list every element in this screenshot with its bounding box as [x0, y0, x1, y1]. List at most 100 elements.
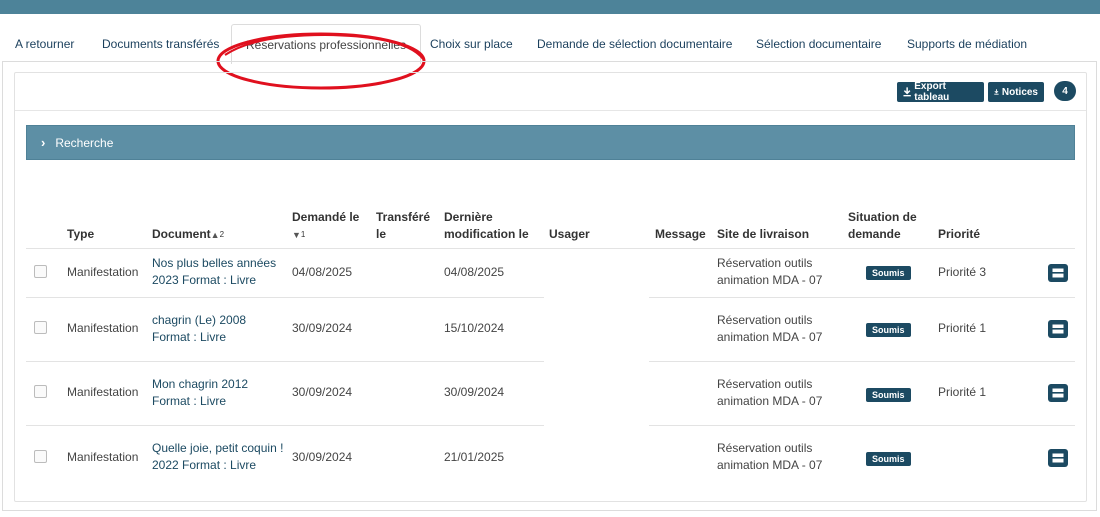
result-count-badge: 4: [1054, 81, 1076, 101]
row-details-button[interactable]: [1048, 384, 1068, 402]
row-checkbox[interactable]: [34, 265, 47, 278]
row-divider: [26, 361, 544, 362]
sort-order-label: 2: [219, 230, 225, 239]
row-demande-le: 30/09/2024: [292, 321, 353, 335]
row-demande-le: 04/08/2025: [292, 265, 353, 279]
row-site-line1: Réservation outils: [717, 441, 813, 455]
status-badge: Soumis: [866, 452, 911, 466]
toolbar-divider: [15, 110, 1086, 111]
table-container: Export tableau Notices 4 › Recherche Typ…: [14, 72, 1087, 502]
status-badge: Soumis: [866, 323, 911, 337]
row-document-title: Quelle joie, petit coquin !: [152, 441, 284, 455]
column-header-transfere-le[interactable]: Transféré le: [376, 209, 430, 243]
header-divider: [26, 248, 1075, 249]
row-document-link[interactable]: Nos plus belles années 2023 Format : Livr…: [152, 255, 276, 289]
column-header-site-de-livraison[interactable]: Site de livraison: [717, 226, 809, 243]
column-header-transfere-line1: Transféré: [376, 210, 431, 224]
sort-up-icon: ▲: [210, 230, 220, 240]
row-document-title: Mon chagrin 2012: [152, 377, 249, 391]
row-site-de-livraison: Réservation outils animation MDA - 07: [717, 440, 822, 474]
column-header-priorite[interactable]: Priorité: [938, 226, 980, 243]
download-icon: [903, 87, 911, 97]
column-header-demande-le[interactable]: Demandé le ▼1: [292, 209, 359, 244]
column-header-derniere-modification[interactable]: Dernière modification le: [444, 209, 529, 243]
tab-content-panel: Export tableau Notices 4 › Recherche Typ…: [2, 61, 1097, 511]
column-header-derniere-line2: modification le: [444, 227, 529, 241]
tab-bar: A retourner Documents transférés Réserva…: [0, 14, 1100, 90]
row-document-format: Format : Livre: [152, 394, 227, 408]
row-document-link[interactable]: Mon chagrin 2012 Format : Livre: [152, 376, 248, 410]
column-header-derniere-line1: Dernière: [444, 210, 493, 224]
row-divider: [649, 425, 1075, 426]
export-tableau-button[interactable]: Export tableau: [897, 81, 984, 103]
row-divider: [649, 361, 1075, 362]
export-tableau-label: Export tableau: [914, 81, 950, 103]
row-divider: [26, 297, 544, 298]
tab-a-retourner[interactable]: A retourner: [15, 37, 74, 51]
row-type: Manifestation: [67, 265, 139, 279]
column-header-message[interactable]: Message: [655, 226, 706, 243]
status-badge: Soumis: [866, 266, 911, 280]
row-document-format: Format : Livre: [152, 330, 227, 344]
row-site-line2: animation MDA - 07: [717, 394, 823, 408]
details-icon: [1052, 388, 1064, 398]
row-details-button[interactable]: [1048, 264, 1068, 282]
column-header-situation-line2: demande: [848, 227, 901, 241]
sort-down-icon: ▼: [292, 230, 301, 240]
row-priorite: Priorité 1: [938, 385, 987, 399]
row-document-title: Nos plus belles années: [152, 256, 277, 270]
row-type: Manifestation: [67, 321, 139, 335]
details-icon: [1052, 324, 1064, 334]
row-site-line2: animation MDA - 07: [717, 458, 823, 472]
row-derniere-modification: 04/08/2025: [444, 265, 505, 279]
row-type: Manifestation: [67, 450, 139, 464]
row-site-line1: Réservation outils: [717, 256, 813, 270]
row-site-de-livraison: Réservation outils animation MDA - 07: [717, 376, 822, 410]
row-details-button[interactable]: [1048, 320, 1068, 338]
row-checkbox[interactable]: [34, 321, 47, 334]
tab-supports-de-mediation[interactable]: Supports de médiation: [907, 37, 1027, 51]
status-badge: Soumis: [866, 388, 911, 402]
row-type: Manifestation: [67, 385, 139, 399]
row-document-link[interactable]: Quelle joie, petit coquin ! 2022 Format :…: [152, 440, 283, 474]
download-icon: [994, 89, 999, 95]
tab-selection-documentaire[interactable]: Sélection documentaire: [756, 37, 881, 51]
row-document-format: 2022 Format : Livre: [152, 458, 257, 472]
details-icon: [1052, 453, 1064, 463]
tab-demande-selection-documentaire[interactable]: Demande de sélection documentaire: [537, 37, 732, 51]
search-label: Recherche: [55, 135, 114, 150]
column-header-document[interactable]: Document▲2: [152, 226, 224, 244]
row-site-line2: animation MDA - 07: [717, 330, 823, 344]
row-priorite: Priorité 1: [938, 321, 987, 335]
row-document-format: 2023 Format : Livre: [152, 273, 257, 287]
details-icon: [1052, 268, 1064, 278]
column-header-type[interactable]: Type: [67, 226, 94, 243]
search-toggle-bar[interactable]: › Recherche: [26, 125, 1075, 160]
row-checkbox[interactable]: [34, 385, 47, 398]
row-demande-le: 30/09/2024: [292, 385, 353, 399]
row-site-line1: Réservation outils: [717, 313, 813, 327]
row-site-line1: Réservation outils: [717, 377, 813, 391]
row-derniere-modification: 15/10/2024: [444, 321, 505, 335]
notices-button[interactable]: Notices: [988, 82, 1044, 102]
column-header-transfere-line2: le: [376, 227, 387, 241]
chevron-right-icon: ›: [41, 135, 46, 150]
column-header-demande-label: Demandé le: [292, 210, 360, 224]
tab-documents-transferes[interactable]: Documents transférés: [102, 37, 219, 51]
row-divider: [649, 297, 1075, 298]
row-document-title: chagrin (Le) 2008: [152, 313, 247, 327]
column-header-document-label: Document: [152, 227, 211, 241]
row-document-link[interactable]: chagrin (Le) 2008 Format : Livre: [152, 312, 246, 346]
row-derniere-modification: 30/09/2024: [444, 385, 505, 399]
row-priorite: Priorité 3: [938, 265, 987, 279]
column-header-usager[interactable]: Usager: [549, 226, 590, 243]
row-checkbox[interactable]: [34, 450, 47, 463]
sort-order-label: 1: [300, 230, 306, 239]
row-demande-le: 30/09/2024: [292, 450, 353, 464]
tab-choix-sur-place[interactable]: Choix sur place: [430, 37, 513, 51]
column-header-situation-line1: Situation de: [848, 210, 917, 224]
tab-reservations-professionnelles[interactable]: Réservations professionnelles: [231, 24, 422, 64]
row-details-button[interactable]: [1048, 449, 1068, 467]
column-header-situation-de-demande[interactable]: Situation de demande: [848, 209, 917, 243]
row-site-de-livraison: Réservation outils animation MDA - 07: [717, 255, 822, 289]
